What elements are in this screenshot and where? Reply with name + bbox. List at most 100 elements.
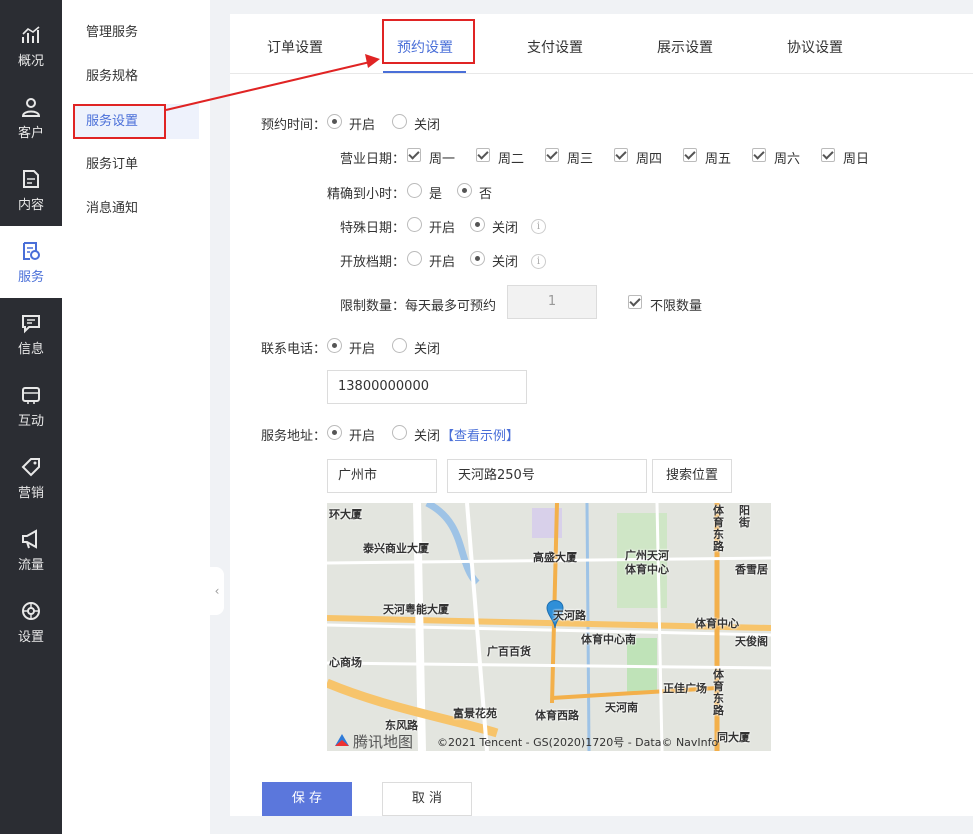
phone-input[interactable]: 13800000000: [327, 370, 527, 404]
day-sat-label: 周六: [774, 152, 801, 167]
special-date-off-label: 关闭: [492, 221, 519, 236]
info-icon[interactable]: i: [531, 254, 546, 269]
day-wed-label: 周三: [567, 152, 594, 167]
day-fri-checkbox[interactable]: [683, 148, 697, 162]
open-schedule-off-radio[interactable]: [470, 251, 485, 266]
limit-label: 限制数量：每天最多可预约: [340, 299, 497, 314]
nav-label: 营销: [17, 486, 44, 501]
exact-hour-yes-radio[interactable]: [407, 183, 422, 198]
nav-item-marketing[interactable]: 营销: [0, 442, 62, 514]
sub-item-notify[interactable]: 消息通知: [86, 192, 196, 225]
map-label: 体育东路: [713, 504, 724, 553]
open-schedule-on-label: 开启: [429, 255, 456, 270]
nav-item-content[interactable]: 内容: [0, 154, 62, 226]
message-icon: [22, 315, 40, 334]
cancel-button[interactable]: 取 消: [382, 782, 472, 816]
gear-icon: [22, 602, 40, 620]
map-label: 体育东路: [713, 668, 724, 717]
nav-item-service[interactable]: 服务: [0, 226, 62, 298]
phone-off-label: 关闭: [414, 342, 441, 357]
annotation-arrow-icon: [165, 54, 380, 111]
day-tue-checkbox[interactable]: [476, 148, 490, 162]
nav-label: 信息: [17, 342, 44, 357]
special-date-label: 特殊日期：: [340, 221, 406, 236]
nav-item-overview[interactable]: 概况: [0, 10, 62, 82]
open-schedule-on-radio[interactable]: [407, 251, 422, 266]
street-input[interactable]: 天河路250号: [447, 459, 647, 493]
map-label: 高盛大厦: [533, 551, 577, 564]
day-mon-checkbox[interactable]: [407, 148, 421, 162]
search-location-button[interactable]: 搜索位置: [652, 459, 732, 493]
address-off-label: 关闭: [414, 429, 441, 444]
exact-hour-yes-label: 是: [429, 187, 443, 202]
map-label: 天河路: [553, 609, 586, 622]
map-label: 富景花苑: [453, 707, 497, 720]
nav-item-interact[interactable]: 互动: [0, 370, 62, 442]
sub-item-manage[interactable]: 管理服务: [86, 16, 196, 49]
map-label: 体育中心南: [581, 633, 636, 646]
city-input[interactable]: 广州市: [327, 459, 437, 493]
megaphone-icon: [22, 529, 37, 549]
special-date-on-radio[interactable]: [407, 217, 422, 232]
tab-display[interactable]: 展示设置: [657, 37, 713, 57]
nav-item-customer[interactable]: 客户: [0, 82, 62, 154]
nav-item-traffic[interactable]: 流量: [0, 514, 62, 586]
map-label: 天俊阁: [735, 635, 768, 648]
map-label: 正佳广场: [663, 682, 707, 695]
tencent-map-logo-text: 腾讯地图: [353, 733, 414, 751]
main-nav: 概况 客户 内容 服务 信息 互动 营销 流量 设置: [0, 0, 62, 834]
map-label: 环大厦: [329, 508, 362, 521]
address-label: 服务地址：: [261, 429, 327, 444]
nav-label: 设置: [17, 630, 44, 645]
map-label: 泰兴商业大厦: [363, 542, 429, 555]
day-sun-checkbox[interactable]: [821, 148, 835, 162]
exact-hour-no-radio[interactable]: [457, 183, 472, 198]
day-wed-checkbox[interactable]: [545, 148, 559, 162]
tab-payment[interactable]: 支付设置: [527, 37, 583, 57]
limit-input[interactable]: 1: [507, 285, 597, 319]
tag-icon: [21, 458, 40, 477]
annotation-box: [382, 19, 475, 64]
document-icon: [23, 170, 39, 188]
map-label: 阳街: [739, 504, 750, 529]
map-label: 香雪居: [735, 563, 768, 576]
reserve-time-off-radio[interactable]: [392, 114, 407, 129]
map[interactable]: 环大厦 泰兴商业大厦 高盛大厦 广州天河 体育中心 体育东路 阳街 香雪居 天河…: [327, 503, 771, 751]
reserve-time-off-label: 关闭: [414, 118, 441, 133]
view-example-link[interactable]: 【查看示例】: [441, 425, 519, 444]
service-icon: [23, 242, 40, 260]
nav-label: 内容: [17, 198, 44, 213]
day-thu-checkbox[interactable]: [614, 148, 628, 162]
nav-label: 流量: [17, 558, 44, 573]
map-copyright: ©2021 Tencent - GS(2020)1720号 - Data© Na…: [437, 736, 719, 749]
nav-item-info[interactable]: 信息: [0, 298, 62, 370]
tab-agreement[interactable]: 协议设置: [787, 37, 843, 57]
day-sat-checkbox[interactable]: [752, 148, 766, 162]
map-label: 天河南: [605, 701, 638, 714]
day-sun-label: 周日: [843, 152, 870, 167]
map-label: 天河粤能大厦: [383, 603, 449, 616]
address-on-radio[interactable]: [327, 425, 342, 440]
business-days-label: 营业日期：: [340, 152, 406, 167]
sub-item-orders[interactable]: 服务订单: [86, 148, 196, 181]
phone-off-radio[interactable]: [392, 338, 407, 353]
special-date-off-radio[interactable]: [470, 217, 485, 232]
collapse-handle[interactable]: ‹: [210, 567, 224, 615]
exact-hour-label: 精确到小时：: [327, 187, 406, 202]
unlimited-checkbox[interactable]: [628, 295, 642, 309]
save-button[interactable]: 保 存: [262, 782, 352, 816]
nav-label: 互动: [17, 414, 44, 429]
phone-label: 联系电话：: [261, 342, 327, 357]
open-schedule-off-label: 关闭: [492, 255, 519, 270]
nav-label: 概况: [17, 54, 44, 69]
map-label: 体育西路: [535, 709, 579, 722]
address-off-radio[interactable]: [392, 425, 407, 440]
info-icon[interactable]: i: [531, 219, 546, 234]
chart-icon: [22, 26, 40, 43]
phone-on-radio[interactable]: [327, 338, 342, 353]
special-date-on-label: 开启: [429, 221, 456, 236]
day-tue-label: 周二: [498, 152, 525, 167]
nav-item-settings[interactable]: 设置: [0, 586, 62, 658]
map-label: 体育中心: [625, 563, 669, 576]
interact-icon: [22, 387, 40, 404]
